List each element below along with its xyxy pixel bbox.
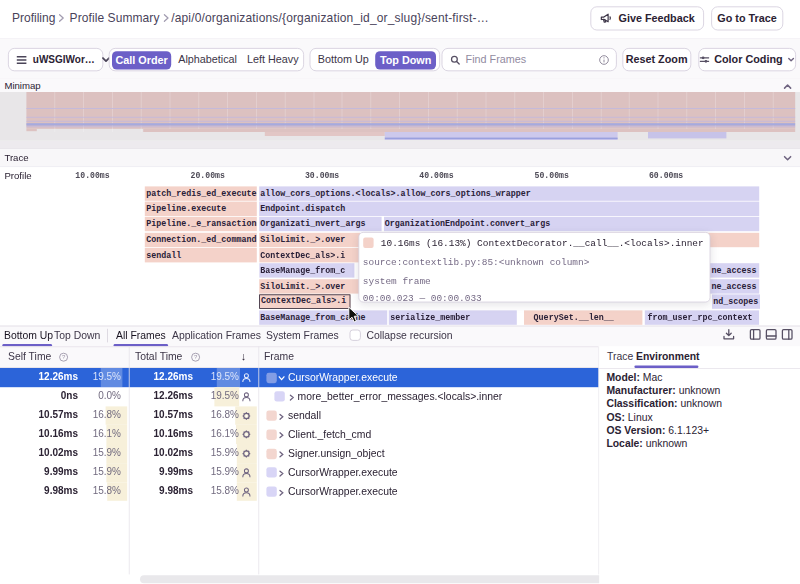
svg-text:?: ?: [62, 354, 66, 360]
svg-text:?: ?: [194, 354, 198, 360]
